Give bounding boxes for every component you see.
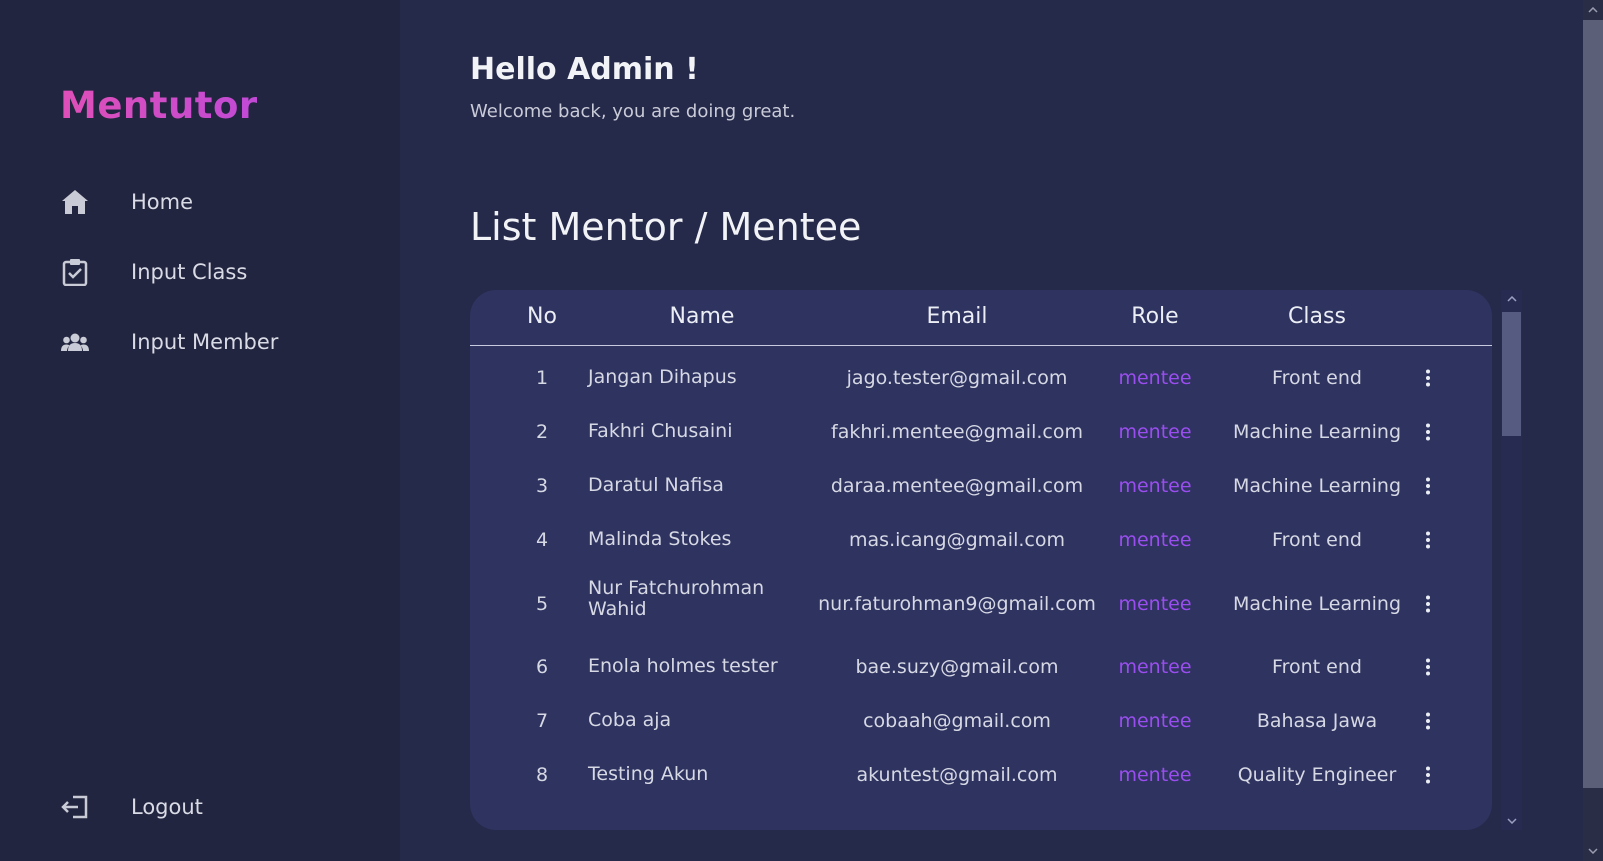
column-header-no: No: [527, 304, 557, 329]
logout-label: Logout: [131, 795, 203, 819]
column-header-class: Class: [1288, 304, 1346, 329]
sidebar-item-label: Input Member: [131, 330, 279, 354]
cell-role: mentee: [1118, 529, 1192, 551]
cell-role: mentee: [1118, 421, 1192, 443]
cell-email: bae.suzy@gmail.com: [855, 656, 1059, 678]
more-options-icon[interactable]: [1418, 763, 1438, 787]
page-title: List Mentor / Mentee: [470, 205, 862, 249]
more-options-icon[interactable]: [1418, 655, 1438, 679]
sidebar: Mentutor Home Input Class Input Member L…: [0, 0, 400, 861]
cell-no: 3: [535, 475, 549, 497]
more-options-icon[interactable]: [1418, 528, 1438, 552]
sidebar-item-input-class[interactable]: Input Class: [60, 252, 360, 292]
member-table: No Name Email Role Class 1 Jangan Dihapus…: [470, 290, 1492, 830]
cell-class: Front end: [1272, 367, 1362, 389]
cell-no: 7: [535, 710, 549, 732]
column-header-email: Email: [926, 304, 988, 329]
cell-name: Jangan Dihapus: [588, 366, 737, 388]
table-row: 3 Daratul Nafisa daraa.mentee@gmail.com men…: [470, 470, 1492, 502]
cell-role: mentee: [1118, 710, 1192, 732]
scroll-down-icon[interactable]: [1501, 812, 1522, 830]
sidebar-item-home[interactable]: Home: [60, 182, 360, 222]
table-row: 1 Jangan Dihapus jago.tester@gmail.com ment…: [470, 362, 1492, 394]
cell-email: nur.faturohman9@gmail.com: [818, 593, 1096, 615]
home-icon: [60, 187, 90, 217]
cell-role: mentee: [1118, 475, 1192, 497]
logout-button[interactable]: Logout: [60, 787, 360, 827]
cell-no: 8: [535, 764, 549, 786]
cell-name: Enola holmes tester: [588, 655, 778, 677]
cell-name: Malinda Stokes: [588, 528, 732, 550]
sidebar-item-label: Home: [131, 190, 194, 214]
cell-role: mentee: [1118, 656, 1192, 678]
table-row: 6 Enola holmes tester bae.suzy@gmail.com me…: [470, 651, 1492, 683]
table-scrollbar-thumb[interactable]: [1502, 312, 1521, 436]
sidebar-item-label: Input Class: [131, 260, 248, 284]
users-icon: [60, 327, 90, 357]
column-header-role: Role: [1131, 304, 1179, 329]
cell-class: Front end: [1272, 529, 1362, 551]
more-options-icon[interactable]: [1418, 420, 1438, 444]
table-header: No Name Email Role Class: [470, 290, 1492, 346]
cell-class: Front end: [1272, 656, 1362, 678]
more-options-icon[interactable]: [1418, 592, 1438, 616]
page-scrollbar[interactable]: [1583, 0, 1603, 861]
cell-role: mentee: [1118, 367, 1192, 389]
cell-name: Nur Fatchurohman Wahid: [588, 577, 765, 620]
cell-no: 2: [535, 421, 549, 443]
cell-email: daraa.mentee@gmail.com: [830, 475, 1084, 497]
scroll-up-icon[interactable]: [1583, 0, 1603, 20]
brand-logo: Mentutor: [60, 84, 258, 127]
sidebar-item-input-member[interactable]: Input Member: [60, 322, 360, 362]
cell-email: fakhri.mentee@gmail.com: [831, 421, 1083, 443]
cell-class: Machine Learning: [1232, 421, 1402, 443]
cell-no: 4: [535, 529, 549, 551]
page-greeting: Hello Admin !: [470, 52, 699, 87]
table-row: 5 Nur Fatchurohman Wahid nur.faturohman9@g…: [470, 578, 1492, 630]
cell-class: Machine Learning: [1232, 593, 1402, 615]
more-options-icon[interactable]: [1418, 709, 1438, 733]
cell-name: Testing Akun: [588, 763, 709, 785]
more-options-icon[interactable]: [1418, 474, 1438, 498]
cell-class: Quality Engineer: [1237, 764, 1397, 786]
cell-email: cobaah@gmail.com: [863, 710, 1051, 732]
cell-role: mentee: [1118, 764, 1192, 786]
more-options-icon[interactable]: [1418, 366, 1438, 390]
cell-no: 5: [535, 593, 549, 615]
cell-name: Fakhri Chusaini: [588, 420, 733, 442]
table-row: 4 Malinda Stokes mas.icang@gmail.com mentee…: [470, 524, 1492, 556]
main-content: Hello Admin ! Welcome back, you are doin…: [400, 0, 1583, 861]
cell-email: mas.icang@gmail.com: [849, 529, 1065, 551]
table-scrollbar[interactable]: [1501, 290, 1522, 830]
cell-role: mentee: [1118, 593, 1192, 615]
table-row: 2 Fakhri Chusaini fakhri.mentee@gmail.com m…: [470, 416, 1492, 448]
scroll-down-icon[interactable]: [1583, 841, 1603, 861]
table-row: 8 Testing Akun akuntest@gmail.com mentee Qua…: [470, 759, 1492, 791]
cell-no: 6: [535, 656, 549, 678]
column-header-name: Name: [669, 304, 735, 329]
cell-email: akuntest@gmail.com: [856, 764, 1058, 786]
page-subtitle: Welcome back, you are doing great.: [470, 101, 796, 122]
cell-email: jago.tester@gmail.com: [846, 367, 1068, 389]
clipboard-check-icon: [60, 257, 90, 287]
cell-no: 1: [535, 367, 549, 389]
scroll-up-icon[interactable]: [1501, 290, 1522, 308]
cell-name: Daratul Nafisa: [588, 474, 724, 496]
cell-class: Machine Learning: [1232, 475, 1402, 497]
logout-icon: [60, 792, 90, 822]
cell-class: Bahasa Jawa: [1256, 710, 1378, 732]
table-row: 7 Coba aja cobaah@gmail.com mentee Bahasa Ja…: [470, 705, 1492, 737]
page-scrollbar-thumb[interactable]: [1583, 20, 1603, 788]
cell-name: Coba aja: [588, 709, 672, 731]
